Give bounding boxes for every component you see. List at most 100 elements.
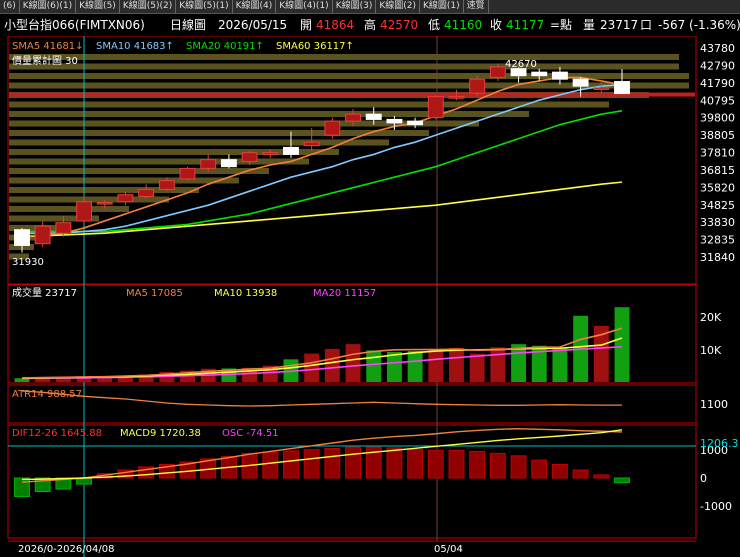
tab-9[interactable]: K線圖(1) [420, 0, 464, 13]
price-axis: 43780 42790 41790 40795 39800 38805 37810 36815… [700, 42, 735, 264]
sma20-legend: SMA20 40191↑ [186, 41, 264, 52]
volume-label: 量 [583, 18, 596, 32]
tab-1[interactable]: K線圖(6)(1) [20, 0, 77, 13]
volume-unit: 口 [640, 18, 653, 32]
volume-bar [345, 344, 361, 382]
candle-body [138, 188, 155, 197]
candle-body [76, 201, 93, 222]
candle-body [14, 229, 30, 246]
candle-body [179, 167, 196, 180]
atr14-line [21, 390, 623, 407]
profile-bar [9, 54, 679, 60]
symbol-name[interactable]: 小型台指066(FIMTXN06) [4, 14, 145, 36]
volume-axis-20k: 20K [700, 311, 722, 324]
osc-bar [489, 452, 506, 479]
osc-bar [469, 451, 486, 479]
volume-bar [324, 348, 340, 382]
high-value: 42570 [380, 18, 419, 32]
candle-body [365, 113, 382, 120]
price-axis-label: 41790 [700, 77, 735, 90]
chart-area[interactable]: SMA5 41681↓ SMA10 41683↑ SMA20 40191↑ SM… [0, 36, 740, 557]
candle-body [117, 194, 134, 203]
candle-body [407, 120, 424, 126]
tab-4[interactable]: K線圖(5)(1) [176, 0, 233, 13]
volume-bar [407, 351, 423, 382]
sma10-legend: SMA10 41683↑ [96, 41, 174, 52]
candle-body [531, 71, 548, 77]
macd-legend: MACD9 1720.38 [120, 428, 201, 439]
volume-bar [449, 347, 464, 382]
macd-cursor-value: 1206.3 [700, 437, 739, 450]
candle-body [469, 78, 486, 94]
candle-body [55, 222, 72, 234]
profile-bar [9, 63, 679, 70]
tab-10[interactable]: 速覽 [464, 0, 489, 13]
volume-bars [14, 307, 630, 382]
atr-legend: ATR14 988.57 [12, 389, 82, 400]
candle-body [324, 120, 341, 136]
candle-body [220, 159, 237, 168]
price-axis-label: 38805 [700, 129, 735, 142]
price-axis-label: 35820 [700, 181, 735, 194]
osc-bar [531, 459, 548, 479]
candle-body [593, 87, 610, 90]
candle-body [241, 152, 258, 162]
candlesticks [14, 63, 630, 253]
volume-bar [614, 307, 630, 382]
osc-bar [551, 463, 568, 479]
osc-bar [262, 451, 279, 479]
tab-3[interactable]: K線圖(5)(2) [120, 0, 177, 13]
volume-axis-10k: 10K [700, 344, 722, 357]
price-axis-label: 33830 [700, 216, 735, 229]
osc-bar [407, 449, 424, 479]
sma5-line [21, 76, 623, 238]
tab-2[interactable]: K線圖(5) [76, 0, 120, 13]
candle-body [345, 113, 361, 122]
tab-6[interactable]: K線圖(4)(1) [276, 0, 333, 13]
volume-bar [469, 353, 485, 382]
tab-8[interactable]: K線圖(2) [376, 0, 420, 13]
price-axis-label: 34825 [700, 199, 735, 212]
price-axis-label: 39800 [700, 112, 735, 125]
profile-legend: 價量累計圖 30 [12, 54, 78, 67]
candle-body [34, 225, 51, 245]
osc-bar [303, 449, 320, 479]
profile-bar [9, 168, 269, 174]
low-label: 低 [428, 18, 441, 32]
candle-body [551, 71, 568, 80]
osc-bar [593, 474, 610, 479]
tab-0[interactable]: (6) [0, 0, 20, 13]
tab-7[interactable]: K線圖(3) [333, 0, 377, 13]
sma60-legend: SMA60 36117↑ [276, 41, 354, 52]
atr-line [21, 390, 623, 407]
osc-bar [614, 477, 630, 484]
volume-value: 23717 [600, 18, 639, 32]
date-axis-mid: 05/04 [434, 544, 463, 555]
osc-bar [14, 477, 30, 497]
close-value: 41177 [506, 18, 545, 32]
window-tab-bar: (6) K線圖(6)(1) K線圖(5) K線圖(5)(2) K線圖(5)(1) K線圖(… [0, 0, 740, 14]
period-label[interactable]: 日線圖 [170, 14, 206, 36]
osc-legend: OSC -74.51 [222, 428, 279, 439]
close-price-line [9, 92, 695, 97]
osc-bar [324, 447, 341, 479]
osc-bar [572, 469, 589, 479]
vol-ma10-legend: MA10 13938 [214, 288, 277, 299]
price-ma-lines [21, 76, 623, 238]
candle-body [427, 96, 444, 119]
osc-bar [283, 450, 299, 479]
profile-bar [9, 177, 239, 184]
price-axis-label: 31840 [700, 251, 735, 264]
osc-bars [14, 446, 630, 497]
osc-bar [448, 449, 465, 479]
quote-header: 小型台指066(FIMTXN06) 日線圖 2026/05/15 開 41864… [0, 14, 740, 36]
profile-bar [9, 139, 389, 146]
date-axis-left: 2026/0-2026/04/08 [18, 544, 114, 555]
profile-bar [9, 111, 529, 117]
volume-bar [490, 347, 506, 382]
volume-bar [366, 350, 382, 382]
profile-bar [9, 206, 129, 212]
tab-5[interactable]: K線圖(4) [233, 0, 277, 13]
price-axis-label: 32835 [700, 234, 735, 247]
open-value: 41864 [316, 18, 355, 32]
